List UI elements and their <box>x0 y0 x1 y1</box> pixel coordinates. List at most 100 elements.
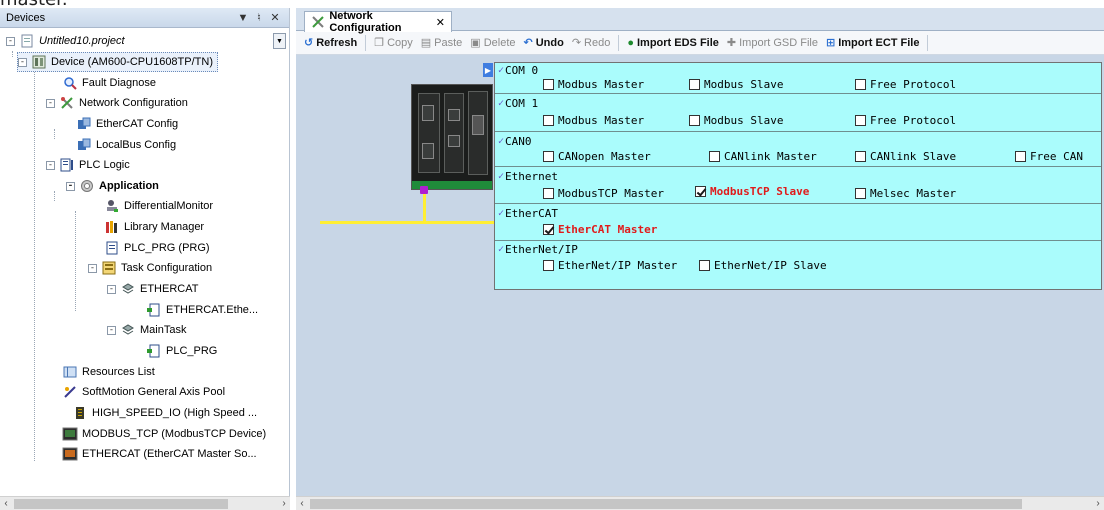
option-ethernet-ip-slave[interactable]: EtherNet/IP Slave <box>699 259 827 272</box>
checkbox[interactable] <box>1015 151 1026 162</box>
tree-item-maintask[interactable]: - MainTask <box>107 320 186 340</box>
checkbox[interactable] <box>855 151 866 162</box>
tree-item-ethercat-task[interactable]: - ETHERCAT <box>107 279 198 299</box>
tree-item-label: MODBUS_TCP (ModbusTCP Device) <box>82 428 267 440</box>
option-ethernet-ip-master[interactable]: EtherNet/IP Master <box>543 259 677 272</box>
collapse-toggle[interactable]: - <box>107 325 116 335</box>
tree-item-network-configuration[interactable]: - Network Configuration <box>46 93 188 113</box>
localbus-config-icon <box>76 137 92 153</box>
import-gsd-button[interactable]: ✚ Import GSD File <box>727 36 818 50</box>
refresh-label: Refresh <box>316 36 358 49</box>
delete-button[interactable]: ▣ Delete <box>470 36 515 50</box>
pin-icon[interactable]: ♮ <box>251 11 267 24</box>
scroll-right-icon[interactable]: › <box>1092 497 1104 510</box>
option-modbus-master[interactable]: Modbus Master <box>543 78 644 91</box>
tree-item-library-manager[interactable]: Library Manager <box>104 217 204 237</box>
option-free-protocol[interactable]: Free Protocol <box>855 114 956 127</box>
option-modbustcp-master[interactable]: ModbusTCP Master <box>543 187 664 200</box>
tree-item-task-configuration[interactable]: - Task Configuration <box>88 258 212 278</box>
task-call-icon <box>146 343 162 359</box>
checkbox[interactable] <box>699 260 710 271</box>
close-tab-icon[interactable]: ✕ <box>436 16 445 29</box>
option-ethercat-master[interactable]: EtherCAT Master <box>543 223 657 236</box>
expand-panel-icon[interactable]: ▶ <box>483 63 493 77</box>
collapse-toggle[interactable]: - <box>46 160 55 170</box>
option-canlink-slave[interactable]: CANlink Slave <box>855 150 956 163</box>
checkbox-checked[interactable] <box>543 224 554 235</box>
port-title: ✓ EtherCAT <box>498 207 558 220</box>
collapse-toggle[interactable]: - <box>66 181 75 191</box>
collapse-toggle[interactable]: - <box>18 57 27 67</box>
import-eds-button[interactable]: ● Import EDS File <box>627 37 719 49</box>
dropdown-arrow-icon[interactable]: ▼ <box>235 12 251 24</box>
option-modbus-slave[interactable]: Modbus Slave <box>689 114 783 127</box>
tree-item-application[interactable]: - Application <box>66 176 159 196</box>
copy-button[interactable]: ❐ Copy <box>374 36 413 50</box>
ethercat-bus-line <box>320 221 498 224</box>
refresh-button[interactable]: ↺ Refresh <box>304 36 358 50</box>
checkbox[interactable] <box>689 115 700 126</box>
tree-item-plc-prg-call[interactable]: PLC_PRG <box>146 341 217 361</box>
checkbox[interactable] <box>543 151 554 162</box>
checkbox[interactable] <box>855 115 866 126</box>
tree-item-ethercat-master[interactable]: ETHERCAT (EtherCAT Master So... <box>62 444 257 464</box>
collapse-toggle[interactable]: - <box>46 98 55 108</box>
tab-network-configuration[interactable]: Network Configuration ✕ <box>304 10 452 34</box>
import-gsd-label: Import GSD File <box>739 36 818 49</box>
checkbox[interactable] <box>689 79 700 90</box>
tree-item-ethercat-config[interactable]: EtherCAT Config <box>76 114 178 134</box>
option-modbustcp-slave[interactable]: ModbusTCP Slave <box>695 185 809 198</box>
tree-item-device[interactable]: - Device (AM600-CPU1608TP/TN) <box>17 52 218 72</box>
tree-item-label: ETHERCAT (EtherCAT Master So... <box>82 448 257 460</box>
port-title: ✓ COM 1 <box>498 97 538 110</box>
tree-item-differential-monitor[interactable]: DifferentialMonitor <box>104 196 213 216</box>
tree-item-plc-logic[interactable]: - PLC Logic <box>46 155 130 175</box>
checkbox[interactable] <box>855 188 866 199</box>
redo-button[interactable]: ↷ Redo <box>572 36 611 50</box>
option-melsec-master[interactable]: Melsec Master <box>855 187 956 200</box>
option-canlink-master[interactable]: CANlink Master <box>709 150 817 163</box>
device-tree: - Device (AM600-CPU1608TP/TN) Fault Diag… <box>0 51 289 491</box>
option-label: EtherCAT Master <box>558 223 658 236</box>
close-icon[interactable]: ✕ <box>267 11 283 24</box>
tree-item-ethercat-call[interactable]: ETHERCAT.Ethe... <box>146 300 258 320</box>
import-ect-button[interactable]: ⊞ Import ECT File <box>826 36 920 50</box>
axis-pool-icon <box>62 384 78 400</box>
collapse-toggle[interactable]: - <box>107 284 116 294</box>
checkbox[interactable] <box>543 79 554 90</box>
option-modbus-slave[interactable]: Modbus Slave <box>689 78 783 91</box>
tree-item-resources-list[interactable]: Resources List <box>62 362 155 382</box>
tree-horizontal-scrollbar[interactable]: ‹ › <box>0 496 290 510</box>
project-row[interactable]: - Untitled10.project ▼ <box>0 31 289 51</box>
tree-item-plc-prg[interactable]: PLC_PRG (PRG) <box>104 238 210 258</box>
checkbox[interactable] <box>855 79 866 90</box>
collapse-toggle[interactable]: - <box>88 263 97 273</box>
undo-button[interactable]: ↶ Undo <box>524 36 564 50</box>
scroll-left-icon[interactable]: ‹ <box>0 497 12 510</box>
scroll-right-icon[interactable]: › <box>278 497 290 510</box>
canvas-horizontal-scrollbar[interactable]: ‹ › <box>296 496 1104 510</box>
collapse-toggle[interactable]: - <box>6 36 15 46</box>
project-dropdown-button[interactable]: ▼ <box>273 33 286 49</box>
checkbox[interactable] <box>709 151 720 162</box>
tree-item-fault-diagnose[interactable]: Fault Diagnose <box>62 73 156 93</box>
checkbox[interactable] <box>543 188 554 199</box>
tree-item-high-speed-io[interactable]: HIGH_SPEED_IO (High Speed ... <box>72 403 257 423</box>
option-free-protocol[interactable]: Free Protocol <box>855 78 956 91</box>
ethercat-port-marker[interactable] <box>420 186 428 194</box>
scrollbar-thumb[interactable] <box>310 499 1022 509</box>
scrollbar-thumb[interactable] <box>14 499 228 509</box>
plc-device-image[interactable] <box>411 84 493 190</box>
tree-item-localbus-config[interactable]: LocalBus Config <box>76 135 176 155</box>
tree-item-modbus-tcp[interactable]: MODBUS_TCP (ModbusTCP Device) <box>62 424 266 444</box>
checkbox-checked[interactable] <box>695 186 706 197</box>
option-free-can[interactable]: Free CAN <box>1015 150 1083 163</box>
option-modbus-master[interactable]: Modbus Master <box>543 114 644 127</box>
config-row-ethernet-ip: ✓ EtherNet/IP EtherNet/IP Master EtherNet… <box>495 241 1101 275</box>
tree-item-axis-pool[interactable]: SoftMotion General Axis Pool <box>62 382 225 402</box>
paste-button[interactable]: ▤ Paste <box>421 36 463 50</box>
checkbox[interactable] <box>543 115 554 126</box>
option-canopen-master[interactable]: CANopen Master <box>543 150 651 163</box>
scroll-left-icon[interactable]: ‹ <box>296 497 308 510</box>
checkbox[interactable] <box>543 260 554 271</box>
